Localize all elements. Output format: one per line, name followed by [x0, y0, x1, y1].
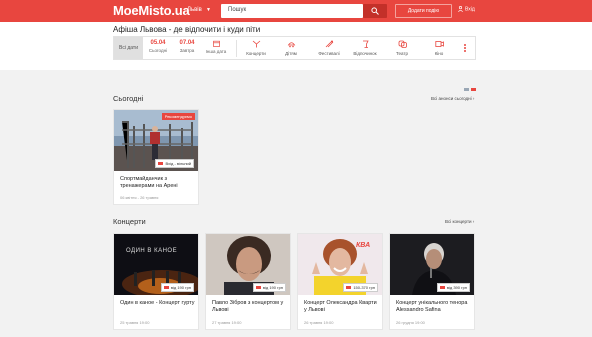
user-icon — [458, 6, 463, 13]
event-date: 26 травня 19:00 — [304, 320, 334, 325]
event-image: Рекомендуємо Вхід - вільний — [114, 110, 198, 171]
ticket-icon — [158, 162, 164, 166]
filter-tomorrow[interactable]: 07.04 Завтра — [172, 40, 202, 53]
event-title[interactable]: Павло Зібров з концертом у Львові — [212, 300, 288, 314]
filter-bar: Всі дати 05.04 Сьогодні 07.04 Завтра Інш… — [113, 36, 476, 60]
filter-pick-date[interactable]: Інша дата — [201, 40, 231, 54]
calendar-icon — [201, 40, 231, 47]
festival-icon — [314, 40, 344, 48]
event-date: 26 грудня 19:00 — [396, 320, 425, 325]
login-link[interactable]: Вхід — [458, 6, 475, 12]
event-card[interactable]: КВА 150-370 грн Концерт Олександра Кварт… — [297, 233, 383, 330]
cinema-icon — [424, 40, 454, 48]
category-label: Відпочинок — [353, 51, 377, 56]
pick-date-label: Інша дата — [205, 49, 227, 54]
search-button[interactable] — [363, 4, 387, 18]
event-title[interactable]: Концерт Олександра Кварти у Львові — [304, 300, 380, 314]
search-input[interactable]: Пошук — [221, 4, 363, 18]
search-icon — [371, 7, 379, 15]
event-card[interactable]: Рекомендуємо Вхід - вільний Спортмайданч… — [113, 109, 199, 205]
category-theatre[interactable]: Театр — [387, 40, 417, 56]
leisure-icon — [350, 40, 380, 48]
today-date: 05.04 — [150, 40, 166, 46]
grid-view-icon[interactable] — [464, 88, 469, 91]
category-kids[interactable]: Дітям — [276, 40, 306, 56]
add-event-button[interactable]: Додати подію — [395, 4, 452, 18]
event-date: 06 квітня - 26 травня — [120, 195, 159, 200]
concerts-section-title: Концерти — [113, 217, 146, 226]
city-selector[interactable]: Львів — [187, 7, 202, 13]
event-card[interactable]: від 390 грн Концерт унікального тенора A… — [389, 233, 475, 330]
tomorrow-date: 07.04 — [179, 40, 195, 46]
event-image: ОДИН В КАНОЕ від 190 грн — [114, 234, 198, 295]
category-concerts[interactable]: Концерти — [241, 40, 271, 56]
event-card[interactable]: ОДИН В КАНОЕ від 190 грн Один в каное - … — [113, 233, 199, 330]
tomorrow-label: Завтра — [179, 48, 195, 53]
filter-all-dates[interactable]: Всі дати — [114, 37, 143, 59]
search-placeholder: Пошук — [228, 7, 247, 13]
more-menu-icon[interactable] — [463, 44, 467, 54]
price-badge: від 190 грн — [252, 283, 286, 292]
event-date: 25 травня 19:00 — [120, 320, 150, 325]
concerts-all-link[interactable]: Всі концерти › — [445, 219, 474, 224]
filter-today[interactable]: 05.04 Сьогодні — [143, 40, 173, 53]
price-text: 150-370 грн — [353, 285, 375, 290]
price-text: від 190 грн — [170, 285, 191, 290]
ticket-icon — [255, 286, 261, 290]
price-text: від 190 грн — [262, 285, 283, 290]
recommended-badge: Рекомендуємо — [161, 113, 195, 120]
today-label: Сьогодні — [148, 48, 168, 53]
poster-text: КВА — [356, 242, 371, 249]
divider — [236, 40, 237, 57]
category-label: Дітям — [285, 51, 297, 56]
category-label: Фестивалі — [318, 51, 340, 56]
ticket-icon — [163, 286, 169, 290]
event-title[interactable]: Спортмайданчик з тренажерами на Арені — [120, 176, 196, 190]
price-badge: 150-370 грн — [343, 283, 378, 292]
category-label: Концерти — [246, 51, 266, 56]
event-card[interactable]: від 190 грн Павло Зібров з концертом у Л… — [205, 233, 291, 330]
event-title[interactable]: Концерт унікального тенора Alessandro Sa… — [396, 300, 472, 314]
kids-icon — [276, 40, 306, 48]
price-badge: Вхід - вільний — [155, 159, 194, 168]
site-logo[interactable]: MoeMisto.ua — [113, 3, 190, 18]
event-date: 27 травня 19:00 — [212, 320, 242, 325]
category-label: Театр — [396, 51, 408, 56]
category-label: Кіно — [434, 51, 444, 56]
price-text: від 390 грн — [446, 285, 467, 290]
today-section-title: Сьогодні — [113, 94, 144, 103]
ticket-icon — [439, 286, 445, 290]
page-title: Афіша Львова - де відпочити і куди піти — [113, 25, 261, 34]
today-all-link[interactable]: Всі анонси сьогодні › — [431, 96, 474, 101]
theatre-icon — [387, 40, 417, 48]
view-toggle[interactable] — [462, 78, 476, 96]
event-image: КВА 150-370 грн — [298, 234, 382, 295]
price-text: Вхід - вільний — [165, 161, 191, 166]
price-badge: від 390 грн — [436, 283, 470, 292]
category-cinema[interactable]: Кіно — [424, 40, 454, 56]
category-festivals[interactable]: Фестивалі — [314, 40, 344, 56]
price-badge: від 190 грн — [160, 283, 194, 292]
concert-icon — [241, 40, 271, 48]
list-view-icon[interactable] — [471, 88, 476, 91]
event-image: від 390 грн — [390, 234, 474, 295]
event-title[interactable]: Один в каное - Концерт гурту — [120, 300, 196, 307]
ticket-icon — [346, 286, 352, 290]
poster-text: ОДИН В КАНОЕ — [126, 248, 178, 254]
category-leisure[interactable]: Відпочинок — [350, 40, 380, 56]
event-image: від 190 грн — [206, 234, 290, 295]
chevron-down-icon[interactable]: ▼ — [206, 7, 211, 13]
login-label: Вхід — [465, 6, 475, 13]
